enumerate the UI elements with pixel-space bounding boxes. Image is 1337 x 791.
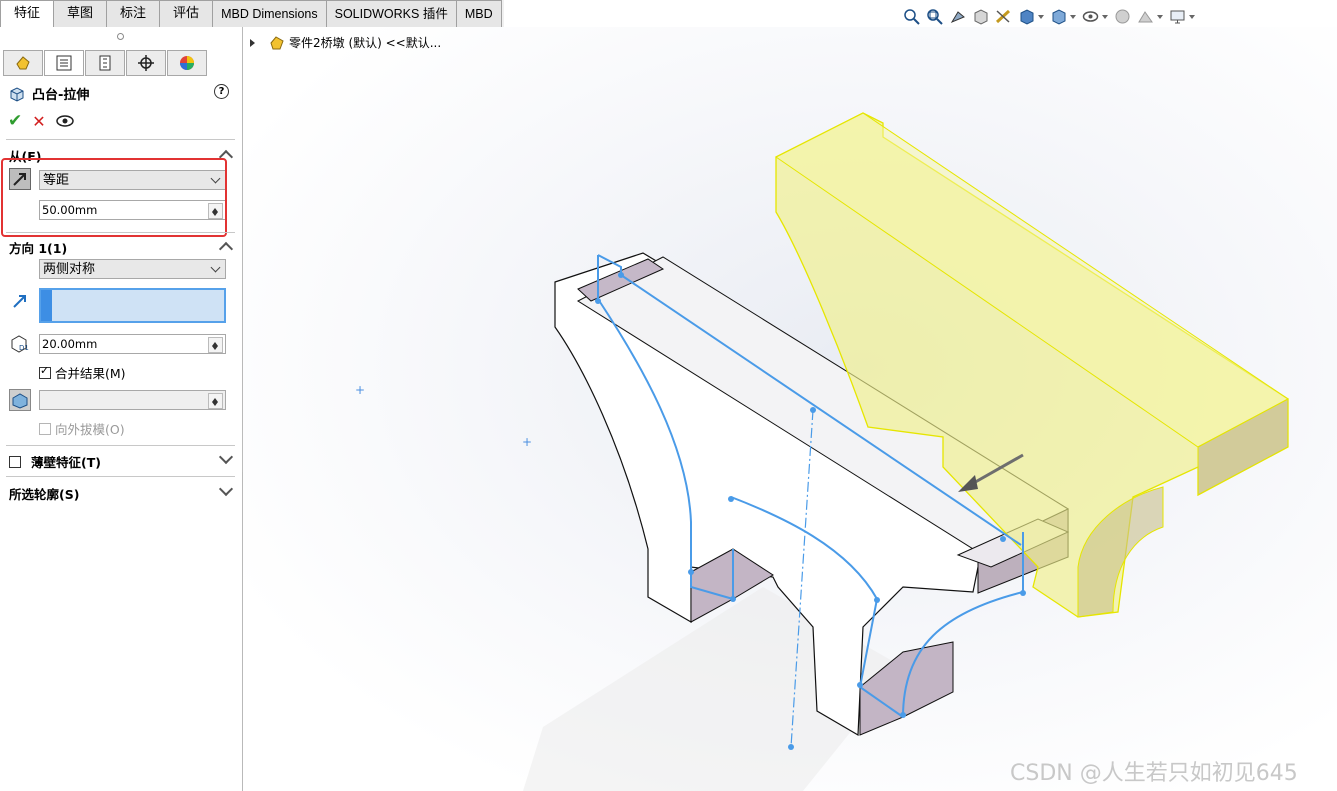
configuration-manager-tab[interactable] [85,50,125,76]
direction-arrow-icon [13,295,26,308]
graphics-area[interactable]: + + [243,27,1337,791]
spin-arrows-icon[interactable] [208,393,223,409]
draft-icon [9,389,31,411]
merge-result-label: 合并结果(M) [55,366,126,381]
divider [6,139,235,140]
thin-feature-header[interactable]: 薄壁特征(T) [9,452,101,471]
divider [6,445,235,446]
configuration-icon [99,55,111,71]
direction-vector-button[interactable] [9,290,31,312]
feature-title: 凸台-拉伸 [32,88,90,103]
zoom-to-fit-icon[interactable] [903,8,920,25]
expand-tree-icon[interactable] [250,38,259,47]
draft-button[interactable] [9,389,31,411]
feature-title-row: 凸台-拉伸 [9,84,89,103]
merge-result-checkbox[interactable]: 合并结果(M) [39,363,126,382]
checkbox-icon[interactable] [39,422,51,435]
selected-contours-header[interactable]: 所选轮廓(S) [9,484,79,503]
ok-check-icon[interactable]: ✔ [8,111,22,131]
section-view-icon[interactable] [972,8,989,25]
preview-eye-icon[interactable] [55,115,74,127]
draft-angle-input[interactable] [39,390,226,410]
feature-tree-icon [16,56,30,70]
thin-feature-label: 薄壁特征(T) [31,455,101,470]
dynamic-annotation-icon[interactable] [995,8,1012,25]
crosshair-icon [138,55,154,71]
panel-tabs [3,50,208,76]
model-view [523,112,1289,791]
hide-show-icon[interactable] [1082,8,1099,25]
tab-evaluate[interactable]: 评估 [160,0,214,28]
apply-scene-icon[interactable] [1137,8,1154,25]
expand-contours-icon[interactable] [218,481,234,497]
command-manager-tabs: 特征 草图 标注 评估 MBD Dimensions SOLIDWORKS 插件… [0,0,504,28]
origin-marker: + [522,435,533,449]
direction1-section-header[interactable]: 方向 1(1) [9,238,67,257]
feature-manager-tab[interactable] [3,50,43,76]
tab-sketch[interactable]: 草图 [54,0,108,28]
origin-marker: + [355,383,366,397]
part-name[interactable]: 零件2桥墩 (默认) <<默认... [289,34,441,51]
tab-dimensions[interactable]: 标注 [107,0,161,28]
display-style-icon[interactable] [1050,8,1067,25]
annotation-highlight-box [1,158,227,237]
tab-mbd-dimensions[interactable]: MBD Dimensions [213,0,327,28]
cancel-x-icon[interactable]: ✕ [32,112,45,131]
dimxpert-manager-tab[interactable] [126,50,166,76]
selection-box-marker [41,290,52,321]
display-manager-tab[interactable] [167,50,207,76]
chevron-down-icon[interactable] [1102,15,1108,22]
chevron-down-icon[interactable] [1038,15,1044,22]
checkbox-icon[interactable] [39,364,51,379]
spin-arrows-icon[interactable] [208,337,223,353]
property-manager: 凸台-拉伸 ? ✔ ✕ 从(F) 等距 50.00mm 方向 1(1) 两侧对称… [0,27,243,791]
feature-actions: ✔ ✕ [8,111,74,131]
collapse-direction1-icon[interactable] [218,241,234,257]
boss-extrude-icon [10,86,24,102]
flyout-feature-tree: 零件2桥墩 (默认) <<默认... [250,34,441,51]
watermark-text: CSDN @人生若只如初见645 [1010,761,1298,786]
tab-mbd[interactable]: MBD [456,0,502,28]
chevron-down-icon[interactable] [1070,15,1076,22]
property-manager-tab[interactable] [44,50,84,76]
divider [6,232,235,233]
view-settings-icon[interactable] [1169,8,1186,25]
checkbox-icon[interactable] [9,455,21,468]
draft-outward-label: 向外拔模(O) [55,422,125,437]
part-icon [270,35,284,49]
depth-value: 20.00mm [42,337,98,351]
draft-outward-checkbox[interactable]: 向外拔模(O) [39,419,125,438]
depth-button: D1 [9,333,31,355]
direction-condition-value: 两侧对称 [43,262,96,277]
direction-selection-box[interactable] [39,288,226,323]
previous-view-icon[interactable] [949,8,966,25]
depth-icon: D1 [11,335,29,353]
panel-grip[interactable] [117,33,124,40]
chevron-down-icon[interactable] [1157,15,1163,22]
divider [6,476,235,477]
edit-appearance-icon[interactable] [1114,8,1131,25]
svg-text:D1: D1 [19,344,29,352]
property-list-icon [56,55,72,71]
appearance-icon [180,56,194,70]
depth-input[interactable]: 20.00mm [39,334,226,354]
tab-features[interactable]: 特征 [0,0,55,28]
heads-up-toolbar [903,8,1195,25]
zoom-area-icon[interactable] [926,8,943,25]
help-icon[interactable]: ? [214,84,229,99]
tab-solidworks-addins[interactable]: SOLIDWORKS 插件 [326,0,457,28]
view-orientation-icon[interactable] [1018,8,1035,25]
expand-thin-icon[interactable] [218,449,234,465]
chevron-down-icon [210,262,221,273]
chevron-down-icon[interactable] [1189,15,1195,22]
direction-condition-select[interactable]: 两侧对称 [39,259,226,279]
